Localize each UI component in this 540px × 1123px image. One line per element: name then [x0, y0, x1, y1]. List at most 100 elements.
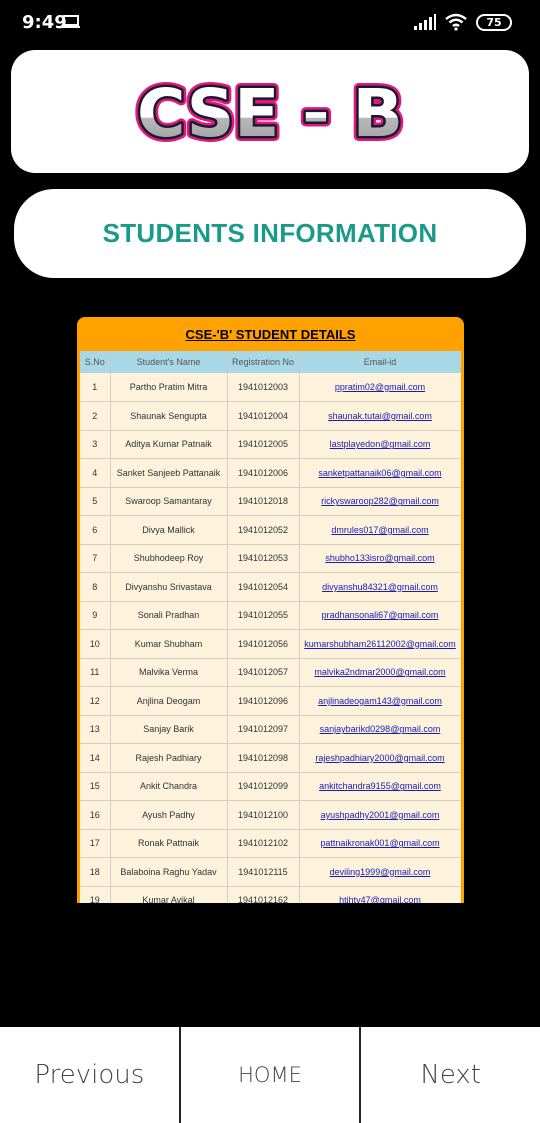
- table-row: 2 Shaunak Sengupta 1941012004 shaunak.tutai…: [80, 401, 461, 431]
- row-email-link[interactable]: deviling1999@gmail.com: [299, 857, 461, 887]
- wifi-icon: [445, 13, 467, 31]
- row-email-link[interactable]: kumarshubham26112002@gmail.com: [299, 629, 461, 659]
- row-serial: 5: [80, 487, 111, 516]
- row-registration-no: 1941012005: [227, 430, 300, 459]
- row-student-name: Sanjay Barik: [110, 715, 228, 744]
- previous-button[interactable]: Previous: [0, 1027, 181, 1123]
- row-serial: 1: [80, 373, 111, 402]
- row-serial: 4: [80, 458, 111, 488]
- table-row: 15 Ankit Chandra 1941012099 ankitchandra915…: [80, 772, 461, 801]
- row-registration-no: 1941012003: [227, 373, 300, 402]
- row-student-name: Ronak Pattnaik: [110, 829, 228, 858]
- battery-icon: 75: [476, 13, 512, 31]
- row-student-name: Sonali Pradhan: [110, 601, 228, 630]
- table-title: CSE-'B' STUDENT DETAILS: [185, 326, 356, 342]
- row-student-name: Kumar Shubham: [110, 629, 228, 659]
- student-table: S.No Student's Name Registration No Emai…: [80, 351, 461, 903]
- table-row: 19 Kumar Avikal 1941012162 htihty47@gmail.c…: [80, 886, 461, 903]
- table-row: 6 Divya Mallick 1941012052 dmrules017@gmail…: [80, 515, 461, 545]
- home-button[interactable]: HOME: [181, 1027, 362, 1123]
- table-row: 7 Shubhodeep Roy 1941012053 shubho133isro@g…: [80, 544, 461, 573]
- page-title: CSE - B: [137, 75, 403, 150]
- row-registration-no: 1941012055: [227, 601, 300, 630]
- row-email-link[interactable]: ayushpadhy2001@gmail.com: [299, 800, 461, 830]
- row-email-link[interactable]: ppratim02@gmail.com: [299, 373, 461, 402]
- row-student-name: Shubhodeep Roy: [110, 544, 228, 573]
- row-student-name: Rajesh Padhiary: [110, 743, 228, 773]
- row-email-link[interactable]: htihty47@gmail.com: [299, 886, 461, 903]
- row-email-link[interactable]: pattnaikronak001@gmail.com: [299, 829, 461, 858]
- row-email-link[interactable]: malvika2ndmar2000@gmail.com: [299, 658, 461, 687]
- row-serial: 8: [80, 572, 111, 602]
- table-row: 1 Partho Pratim Mitra 1941012003 ppratim02@…: [80, 373, 461, 402]
- next-button[interactable]: Next: [361, 1027, 540, 1123]
- row-serial: 18: [80, 857, 111, 887]
- row-email-link[interactable]: shaunak.tutai@gmail.com: [299, 401, 461, 431]
- row-email-link[interactable]: divyanshu84321@gmail.com: [299, 572, 461, 602]
- cse-b-logo: CSE - B CSE - B CSE - B: [132, 74, 408, 150]
- row-registration-no: 1941012100: [227, 800, 300, 830]
- row-registration-no: 1941012057: [227, 658, 300, 687]
- row-student-name: Kumar Avikal: [110, 886, 228, 903]
- column-header: Email-id: [299, 351, 461, 373]
- row-student-name: Divya Mallick: [110, 515, 228, 545]
- row-registration-no: 1941012097: [227, 715, 300, 744]
- row-serial: 17: [80, 829, 111, 858]
- table-row: 14 Rajesh Padhiary 1941012098 rajeshpadhiar…: [80, 743, 461, 773]
- status-bar: 9:49 75: [0, 0, 540, 46]
- row-student-name: Ankit Chandra: [110, 772, 228, 801]
- column-header: Student's Name: [110, 351, 228, 373]
- row-email-link[interactable]: sanjaybarikd0298@gmail.com: [299, 715, 461, 744]
- row-registration-no: 1941012052: [227, 515, 300, 545]
- battery-level: 75: [486, 15, 502, 29]
- row-serial: 3: [80, 430, 111, 459]
- table-row: 16 Ayush Padhy 1941012100 ayushpadhy2001@gm…: [80, 800, 461, 830]
- row-registration-no: 1941012054: [227, 572, 300, 602]
- row-registration-no: 1941012056: [227, 629, 300, 659]
- info-card: STUDENTS INFORMATION: [14, 189, 526, 278]
- row-student-name: Partho Pratim Mitra: [110, 373, 228, 402]
- row-serial: 11: [80, 658, 111, 687]
- row-email-link[interactable]: lastplayedon@gmail.com: [299, 430, 461, 459]
- row-email-link[interactable]: pradhansonali67@gmail.com: [299, 601, 461, 630]
- section-heading: STUDENTS INFORMATION: [102, 218, 438, 248]
- row-email-link[interactable]: shubho133isro@gmail.com: [299, 544, 461, 573]
- row-serial: 15: [80, 772, 111, 801]
- row-serial: 9: [80, 601, 111, 630]
- row-student-name: Balaboina Raghu Yadav: [110, 857, 228, 887]
- row-student-name: Swaroop Samantaray: [110, 487, 228, 516]
- title-card: CSE - B CSE - B CSE - B: [11, 50, 529, 173]
- table-row: 12 Anjlina Deogam 1941012096 anjlinadeogam1…: [80, 686, 461, 716]
- table-row: 5 Swaroop Samantaray 1941012018 rickyswaroo…: [80, 487, 461, 516]
- table-row: 4 Sanket Sanjeeb Pattanaik 1941012006 sanke…: [80, 458, 461, 488]
- row-registration-no: 1941012018: [227, 487, 300, 516]
- row-serial: 2: [80, 401, 111, 431]
- row-email-link[interactable]: rajeshpadhiary2000@gmail.com: [299, 743, 461, 773]
- row-student-name: Anjlina Deogam: [110, 686, 228, 716]
- column-header: Registration No: [227, 351, 300, 373]
- row-serial: 19: [80, 886, 111, 903]
- row-email-link[interactable]: anjlinadeogam143@gmail.com: [299, 686, 461, 716]
- row-serial: 14: [80, 743, 111, 773]
- row-serial: 7: [80, 544, 111, 573]
- row-email-link[interactable]: rickyswaroop282@gmail.com: [299, 487, 461, 516]
- table-row: 11 Malvika Verma 1941012057 malvika2ndmar20…: [80, 658, 461, 687]
- row-student-name: Malvika Verma: [110, 658, 228, 687]
- table-row: 18 Balaboina Raghu Yadav 1941012115 devilin…: [80, 857, 461, 887]
- laptop-icon: [62, 15, 80, 28]
- row-registration-no: 1941012099: [227, 772, 300, 801]
- table-scroll-area[interactable]: S.No Student's Name Registration No Emai…: [80, 351, 461, 903]
- row-serial: 13: [80, 715, 111, 744]
- row-registration-no: 1941012115: [227, 857, 300, 887]
- table-header-row: S.No Student's Name Registration No Emai…: [80, 351, 461, 373]
- row-serial: 6: [80, 515, 111, 545]
- row-student-name: Divyanshu Srivastava: [110, 572, 228, 602]
- row-email-link[interactable]: ankitchandra9155@gmail.com: [299, 772, 461, 801]
- status-icons: 75: [414, 13, 512, 31]
- row-email-link[interactable]: dmrules017@gmail.com: [299, 515, 461, 545]
- bottom-nav: Previous HOME Next: [0, 1027, 540, 1123]
- row-student-name: Ayush Padhy: [110, 800, 228, 830]
- table-row: 8 Divyanshu Srivastava 1941012054 divyanshu…: [80, 572, 461, 602]
- row-student-name: Shaunak Sengupta: [110, 401, 228, 431]
- row-email-link[interactable]: sanketpattanaik06@gmail.com: [299, 458, 461, 488]
